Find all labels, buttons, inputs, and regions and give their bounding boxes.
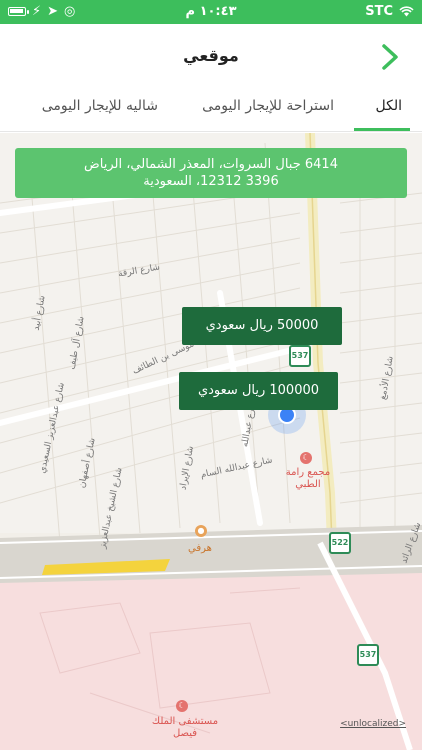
nav-header: موقعي xyxy=(0,24,422,88)
poi-restaurant: هرفي xyxy=(188,543,212,554)
road-shield: 537 xyxy=(289,345,311,367)
carrier-name: STC xyxy=(365,4,393,19)
chevron-right-icon xyxy=(382,44,398,70)
poi-clinic: مجمع رامة الطبي xyxy=(285,467,331,490)
hospital-icon: ☾ xyxy=(176,700,188,712)
price-marker-50000[interactable]: 50000 ريال سعودي xyxy=(182,307,342,345)
category-tabs: الكل استراحة للإيجار اليومى شاليه للإيجا… xyxy=(0,88,422,132)
status-right: STC xyxy=(365,4,414,19)
road-shield: 522 xyxy=(329,532,351,554)
tab-rest-house[interactable]: استراحة للإيجار اليومى xyxy=(202,98,334,114)
price-marker-100000[interactable]: 100000 ريال سعودي xyxy=(179,372,338,410)
address-banner: 6414 جبال السروات، المعذر الشمالي، الريا… xyxy=(15,148,407,198)
tab-chalet[interactable]: شاليه للإيجار اليومى xyxy=(42,98,158,114)
road-shield: 537 xyxy=(357,644,379,666)
clinic-icon: ☾ xyxy=(300,452,312,464)
wifi-icon xyxy=(399,6,414,17)
map-view[interactable]: شارع الرقة شارع أبيد شارع آل طيف شارع عب… xyxy=(0,133,422,750)
map-attribution: <unlocalized> xyxy=(340,719,406,729)
address-line-1: 6414 جبال السروات، المعذر الشمالي، الريا… xyxy=(84,157,338,172)
address-line-2: 3396 12312، السعودية xyxy=(143,174,279,189)
page-title: موقعي xyxy=(183,46,239,65)
active-tab-indicator xyxy=(354,128,410,131)
back-button[interactable] xyxy=(378,42,404,72)
restaurant-icon: ● xyxy=(195,525,207,537)
status-bar: ⚡ ➤ ◎ ١٠:٤٣ م STC xyxy=(0,0,422,24)
tab-all[interactable]: الكل xyxy=(376,98,403,114)
poi-hospital: مستشفى الملك فيصل xyxy=(151,716,219,739)
status-time: ١٠:٤٣ م xyxy=(185,4,237,19)
